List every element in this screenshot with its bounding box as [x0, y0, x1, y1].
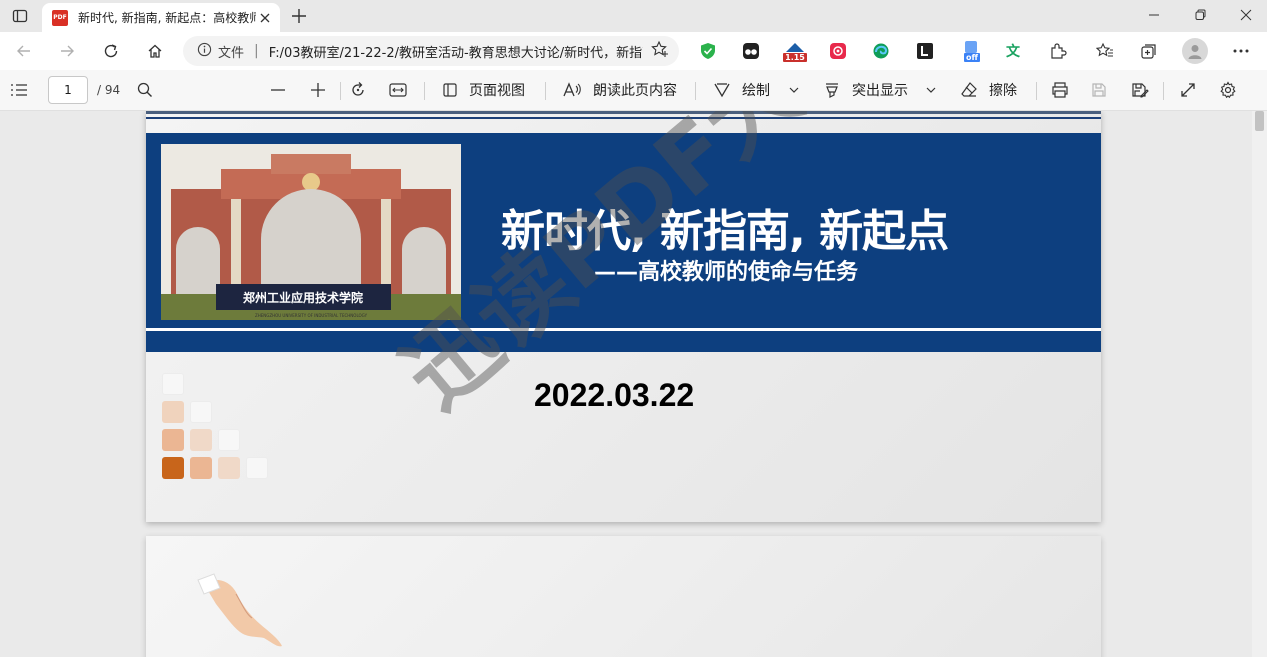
minimize-button[interactable] [1131, 0, 1177, 30]
screen-capture-extension-icon[interactable] [827, 40, 849, 62]
fit-to-width-icon[interactable] [389, 78, 407, 102]
toolbar-divider [1036, 82, 1037, 100]
address-bar-row: 文件 | F:/03教研室/21-22-2/教研室活动-教育思想大讨论/新时代，… [0, 32, 1267, 70]
fullscreen-icon[interactable] [1180, 78, 1196, 102]
decor-square [162, 373, 184, 395]
tampermonkey-extension-icon[interactable] [740, 40, 762, 62]
slide-page-1: 郑州工业应用技术学院 ZHENGZHOU UNIVERSITY OF INDUS… [146, 111, 1101, 522]
decor-square [190, 457, 212, 479]
page-total: / 94 [97, 83, 121, 97]
collections-icon[interactable] [1138, 40, 1160, 62]
pointing-hand-image [197, 573, 282, 647]
tab-close-icon[interactable] [256, 9, 274, 27]
close-window-button[interactable] [1223, 0, 1267, 30]
decor-square [246, 457, 268, 479]
decor-square [190, 429, 212, 451]
vertical-scrollbar[interactable] [1252, 111, 1267, 657]
pdf-toolbar: 1 / 94 页面视图 朗读此页内容 绘制 突出显示 擦除 [0, 70, 1267, 111]
toolbar-divider [695, 82, 696, 100]
banner-bottom-rule [146, 328, 1101, 331]
slide-title: 新时代, 新指南, 新起点 [501, 206, 949, 257]
page-view-button[interactable]: 页面视图 [442, 78, 525, 102]
draw-button[interactable]: 绘制 [713, 78, 770, 102]
video-speed-extension-icon[interactable]: 1.15 [783, 40, 807, 62]
read-aloud-button[interactable]: 朗读此页内容 [563, 78, 677, 102]
pdf-viewer[interactable]: 郑州工业应用技术学院 ZHENGZHOU UNIVERSITY OF INDUS… [0, 111, 1252, 657]
page-number-input[interactable]: 1 [48, 76, 88, 104]
decor-square [162, 429, 184, 451]
decor-square [162, 401, 184, 423]
settings-gear-icon[interactable] [1219, 78, 1237, 102]
pdf-favicon-icon: PDF [52, 9, 68, 26]
slide-page-2 [146, 536, 1101, 657]
highlight-label: 突出显示 [852, 83, 908, 99]
table-of-contents-icon[interactable] [10, 78, 28, 102]
active-tab[interactable]: PDF 新时代, 新指南, 新起点：高校教师的使命与任务 [42, 3, 280, 32]
edge-extension-icon[interactable] [870, 40, 892, 62]
extensions-puzzle-icon[interactable] [1047, 40, 1069, 62]
print-icon[interactable] [1051, 78, 1069, 102]
video-speed-label: 1.15 [783, 52, 807, 62]
school-name-sign: 郑州工业应用技术学院 [243, 290, 363, 305]
omnibox[interactable]: 文件 | F:/03教研室/21-22-2/教研室活动-教育思想大讨论/新时代，… [183, 36, 679, 66]
tab-strip: PDF 新时代, 新指南, 新起点：高校教师的使命与任务 [0, 0, 1267, 32]
save-icon[interactable] [1091, 78, 1107, 102]
save-as-icon[interactable] [1131, 78, 1149, 102]
rotate-icon[interactable] [349, 78, 367, 102]
tab-actions-icon[interactable] [8, 5, 32, 27]
new-tab-button[interactable] [287, 4, 311, 28]
toolbar-divider [1163, 82, 1164, 100]
toolbar-divider [340, 82, 341, 100]
more-menu-icon[interactable] [1230, 40, 1252, 62]
slide-top-rule [146, 117, 1101, 119]
page-view-label: 页面视图 [469, 83, 525, 99]
profile-avatar[interactable] [1182, 38, 1208, 64]
translate-extension-label: 文 [1006, 44, 1020, 60]
favorites-icon[interactable] [1094, 40, 1116, 62]
add-favorite-icon[interactable] [651, 40, 669, 62]
toolbar-divider [545, 82, 546, 100]
slide-subtitle: ——高校教师的使命与任务 [594, 260, 859, 285]
omnibox-divider: | [254, 43, 259, 59]
draw-dropdown-chevron-icon[interactable] [789, 78, 799, 102]
scrollbar-thumb[interactable] [1255, 111, 1264, 131]
maximize-button[interactable] [1177, 0, 1223, 30]
translate-extension-icon[interactable]: 文 [1002, 40, 1024, 62]
highlight-dropdown-chevron-icon[interactable] [926, 78, 936, 102]
decor-square [162, 457, 184, 479]
zoom-out-icon[interactable] [270, 78, 286, 102]
read-aloud-label: 朗读此页内容 [593, 83, 677, 99]
slide-date: 2022.03.22 [534, 377, 695, 413]
refresh-button[interactable] [97, 38, 125, 64]
find-icon[interactable] [137, 78, 153, 102]
off-extension-icon[interactable]: off [960, 40, 984, 62]
highlight-button[interactable]: 突出显示 [823, 78, 908, 102]
url-text[interactable]: F:/03教研室/21-22-2/教研室活动-教育思想大讨论/新时代，新指南，新… [269, 42, 643, 61]
forward-button[interactable] [53, 38, 81, 64]
toolbar-divider [424, 82, 425, 100]
tab-title: 新时代, 新指南, 新起点：高校教师的使命与任务 [78, 11, 256, 25]
decor-square [190, 401, 212, 423]
school-name-english: ZHENGZHOU UNIVERSITY OF INDUSTRIAL TECHN… [255, 313, 368, 318]
home-button[interactable] [141, 38, 169, 64]
back-button[interactable] [10, 38, 38, 64]
info-icon[interactable] [197, 42, 212, 61]
slide-top-rule [146, 111, 1101, 114]
site-label: 文件 [218, 45, 245, 61]
zoom-in-icon[interactable] [310, 78, 326, 102]
off-extension-label: off [964, 52, 980, 62]
erase-label: 擦除 [989, 83, 1017, 99]
l-extension-icon[interactable] [914, 40, 936, 62]
shield-extension-icon[interactable] [697, 40, 719, 62]
decor-square [218, 429, 240, 451]
title-banner: 郑州工业应用技术学院 ZHENGZHOU UNIVERSITY OF INDUS… [146, 133, 1101, 352]
draw-label: 绘制 [742, 83, 770, 99]
campus-gate-photo: 郑州工业应用技术学院 ZHENGZHOU UNIVERSITY OF INDUS… [161, 144, 461, 320]
decor-square [218, 457, 240, 479]
erase-button[interactable]: 擦除 [960, 78, 1017, 102]
